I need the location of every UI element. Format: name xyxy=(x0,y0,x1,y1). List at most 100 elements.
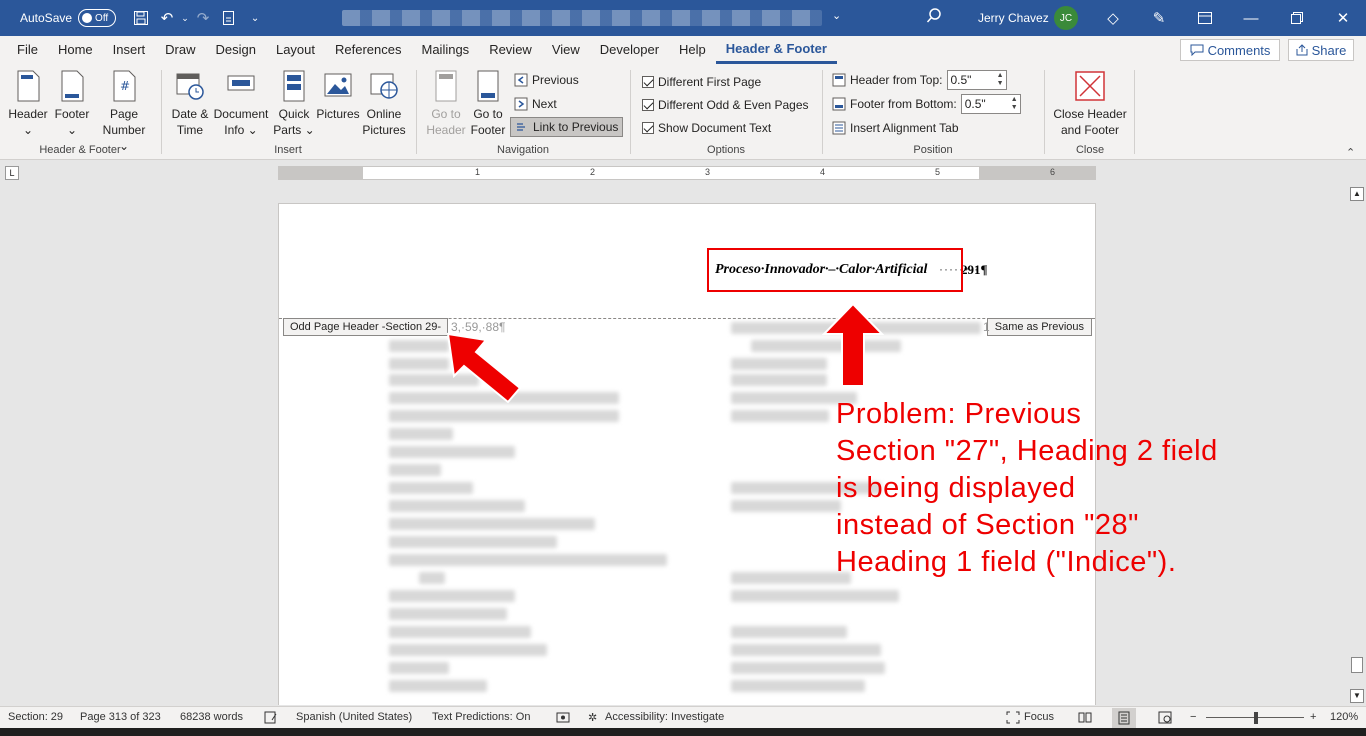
tab-selector[interactable]: L xyxy=(5,166,19,180)
annotation-text: Problem: Previous Section "27", Heading … xyxy=(836,396,1218,581)
status-accessibility[interactable]: Accessibility: Investigate xyxy=(605,711,724,723)
autosave-toggle[interactable]: Off xyxy=(78,9,117,27)
tab-review[interactable]: Review xyxy=(479,36,542,64)
comments-button[interactable]: Comments xyxy=(1180,39,1280,61)
tab-home[interactable]: Home xyxy=(48,36,103,64)
collapse-ribbon-icon[interactable]: ⌃ xyxy=(1346,146,1355,159)
pictures-button[interactable]: Pictures xyxy=(314,70,362,122)
different-odd-even-checkbox[interactable]: Different Odd & Even Pages xyxy=(642,95,809,115)
scroll-thumb[interactable] xyxy=(1351,657,1363,673)
document-info-button[interactable]: Document Info ⌄ xyxy=(212,70,270,138)
tab-developer[interactable]: Developer xyxy=(590,36,669,64)
previous-icon xyxy=(514,73,528,87)
ribbon: Header ⌄ Footer ⌄ # Page Number ⌄ Header… xyxy=(0,64,1366,160)
annotation-arrow-up xyxy=(822,302,884,387)
restore-icon[interactable] xyxy=(1286,7,1308,29)
go-to-footer-button[interactable]: Go to Footer xyxy=(468,70,508,138)
checkbox-checked[interactable] xyxy=(642,99,654,111)
tab-header-footer[interactable]: Header & Footer xyxy=(715,36,837,64)
tab-file[interactable]: File xyxy=(7,36,48,64)
header-from-top-input[interactable]: 0.5" ▲ ▼ xyxy=(946,70,1007,90)
undo-dropdown-icon[interactable]: ⌄ xyxy=(180,5,190,31)
title-dropdown-icon[interactable]: ⌄ xyxy=(832,9,841,22)
tab-view[interactable]: View xyxy=(542,36,590,64)
show-document-text-checkbox[interactable]: Show Document Text xyxy=(642,118,771,138)
tab-insert[interactable]: Insert xyxy=(103,36,156,64)
zoom-in-icon[interactable]: + xyxy=(1310,711,1316,723)
header-button[interactable]: Header ⌄ xyxy=(8,70,48,138)
spinner-icon[interactable]: ▲ ▼ xyxy=(997,72,1004,88)
ribbon-display-icon[interactable] xyxy=(1194,7,1216,29)
tab-design[interactable]: Design xyxy=(206,36,266,64)
tab-layout[interactable]: Layout xyxy=(266,36,325,64)
undo-icon[interactable]: ↶ xyxy=(154,5,180,31)
status-bar: Section: 29 Page 313 of 323 68238 words … xyxy=(0,706,1366,728)
close-icon[interactable]: ✕ xyxy=(1332,7,1354,29)
footer-button[interactable]: Footer ⌄ xyxy=(52,70,92,138)
redo-icon[interactable]: ↷ xyxy=(190,5,216,31)
online-pictures-button[interactable]: Online Pictures xyxy=(360,70,408,138)
status-text-predictions[interactable]: Text Predictions: On xyxy=(432,711,530,723)
insert-alignment-tab-button[interactable]: Insert Alignment Tab xyxy=(832,118,959,138)
customize-toolbar-icon[interactable]: ⌄ xyxy=(242,5,268,31)
web-layout-icon[interactable] xyxy=(1158,711,1172,724)
annotation-line-1: Problem: Previous xyxy=(836,398,1082,430)
status-page[interactable]: Page 313 of 323 xyxy=(80,711,161,723)
different-first-page-checkbox[interactable]: Different First Page xyxy=(642,72,761,92)
tab-references[interactable]: References xyxy=(325,36,411,64)
save-icon[interactable] xyxy=(128,5,154,31)
pen-icon[interactable]: ✎ xyxy=(1148,7,1170,29)
read-mode-icon[interactable] xyxy=(1078,711,1092,724)
print-layout-icon[interactable] xyxy=(1112,708,1136,728)
proofing-icon[interactable] xyxy=(264,711,278,724)
spinner-icon[interactable]: ▲ ▼ xyxy=(1011,96,1018,112)
annotation-arrow-left xyxy=(446,332,522,404)
position-group: Header from Top: 0.5" ▲ ▼ Footer from Bott… xyxy=(824,68,1042,158)
close-group: Close Header and Footer Close xyxy=(1046,68,1134,158)
header-page-number[interactable]: 291¶ xyxy=(961,262,988,278)
diamond-icon[interactable]: ◇ xyxy=(1102,7,1124,29)
comment-icon xyxy=(1190,44,1204,56)
page-number-button[interactable]: # Page Number ⌄ xyxy=(96,70,152,154)
zoom-out-icon[interactable]: − xyxy=(1190,711,1196,723)
avatar[interactable]: JC xyxy=(1054,6,1078,30)
horizontal-ruler[interactable]: 1 2 3 4 5 6 xyxy=(278,166,1096,180)
status-section[interactable]: Section: 29 xyxy=(8,711,63,723)
taskbar xyxy=(0,728,1366,736)
status-focus[interactable]: Focus xyxy=(1024,711,1054,723)
search-icon[interactable] xyxy=(926,8,942,24)
menu-bar: File Home Insert Draw Design Layout Refe… xyxy=(0,36,1366,64)
quick-parts-button[interactable]: Quick Parts ⌄ xyxy=(272,70,316,138)
next-button[interactable]: Next xyxy=(514,94,557,114)
macro-icon[interactable] xyxy=(556,711,570,724)
footer-from-bottom-control: Footer from Bottom: 0.5" ▲ ▼ xyxy=(832,94,1021,114)
touch-mode-icon[interactable] xyxy=(216,5,242,31)
status-zoom[interactable]: 120% xyxy=(1330,711,1358,723)
date-time-button[interactable]: Date & Time xyxy=(166,70,214,138)
close-header-footer-button[interactable]: Close Header and Footer xyxy=(1050,70,1130,138)
tab-draw[interactable]: Draw xyxy=(155,36,205,64)
status-words[interactable]: 68238 words xyxy=(180,711,243,723)
accessibility-icon[interactable]: ✲ xyxy=(588,711,597,724)
footer-from-bottom-input[interactable]: 0.5" ▲ ▼ xyxy=(960,94,1021,114)
zoom-slider-thumb[interactable] xyxy=(1254,712,1258,724)
tab-mailings[interactable]: Mailings xyxy=(412,36,480,64)
document-title-blurred[interactable] xyxy=(342,10,822,26)
checkbox-checked[interactable] xyxy=(642,76,654,88)
navigation-group: Go to Header Go to Footer Previous Next … xyxy=(418,68,628,158)
scroll-down-icon[interactable]: ▼ xyxy=(1350,689,1364,703)
status-language[interactable]: Spanish (United States) xyxy=(296,711,412,723)
minimize-icon[interactable]: — xyxy=(1240,7,1262,29)
share-button[interactable]: Share xyxy=(1288,39,1354,61)
link-to-previous-button[interactable]: Link to Previous xyxy=(510,117,624,137)
go-to-header-button[interactable]: Go to Header xyxy=(426,70,466,138)
previous-button[interactable]: Previous xyxy=(514,70,579,90)
svg-text:#: # xyxy=(120,79,130,93)
pictures-icon xyxy=(324,73,352,97)
vertical-scrollbar[interactable]: ▲ ▼ xyxy=(1348,185,1366,705)
user-name[interactable]: Jerry Chavez xyxy=(978,11,1049,25)
scroll-up-icon[interactable]: ▲ xyxy=(1350,187,1364,201)
checkbox-checked[interactable] xyxy=(642,122,654,134)
tab-help[interactable]: Help xyxy=(669,36,716,64)
focus-icon[interactable] xyxy=(1006,711,1020,724)
